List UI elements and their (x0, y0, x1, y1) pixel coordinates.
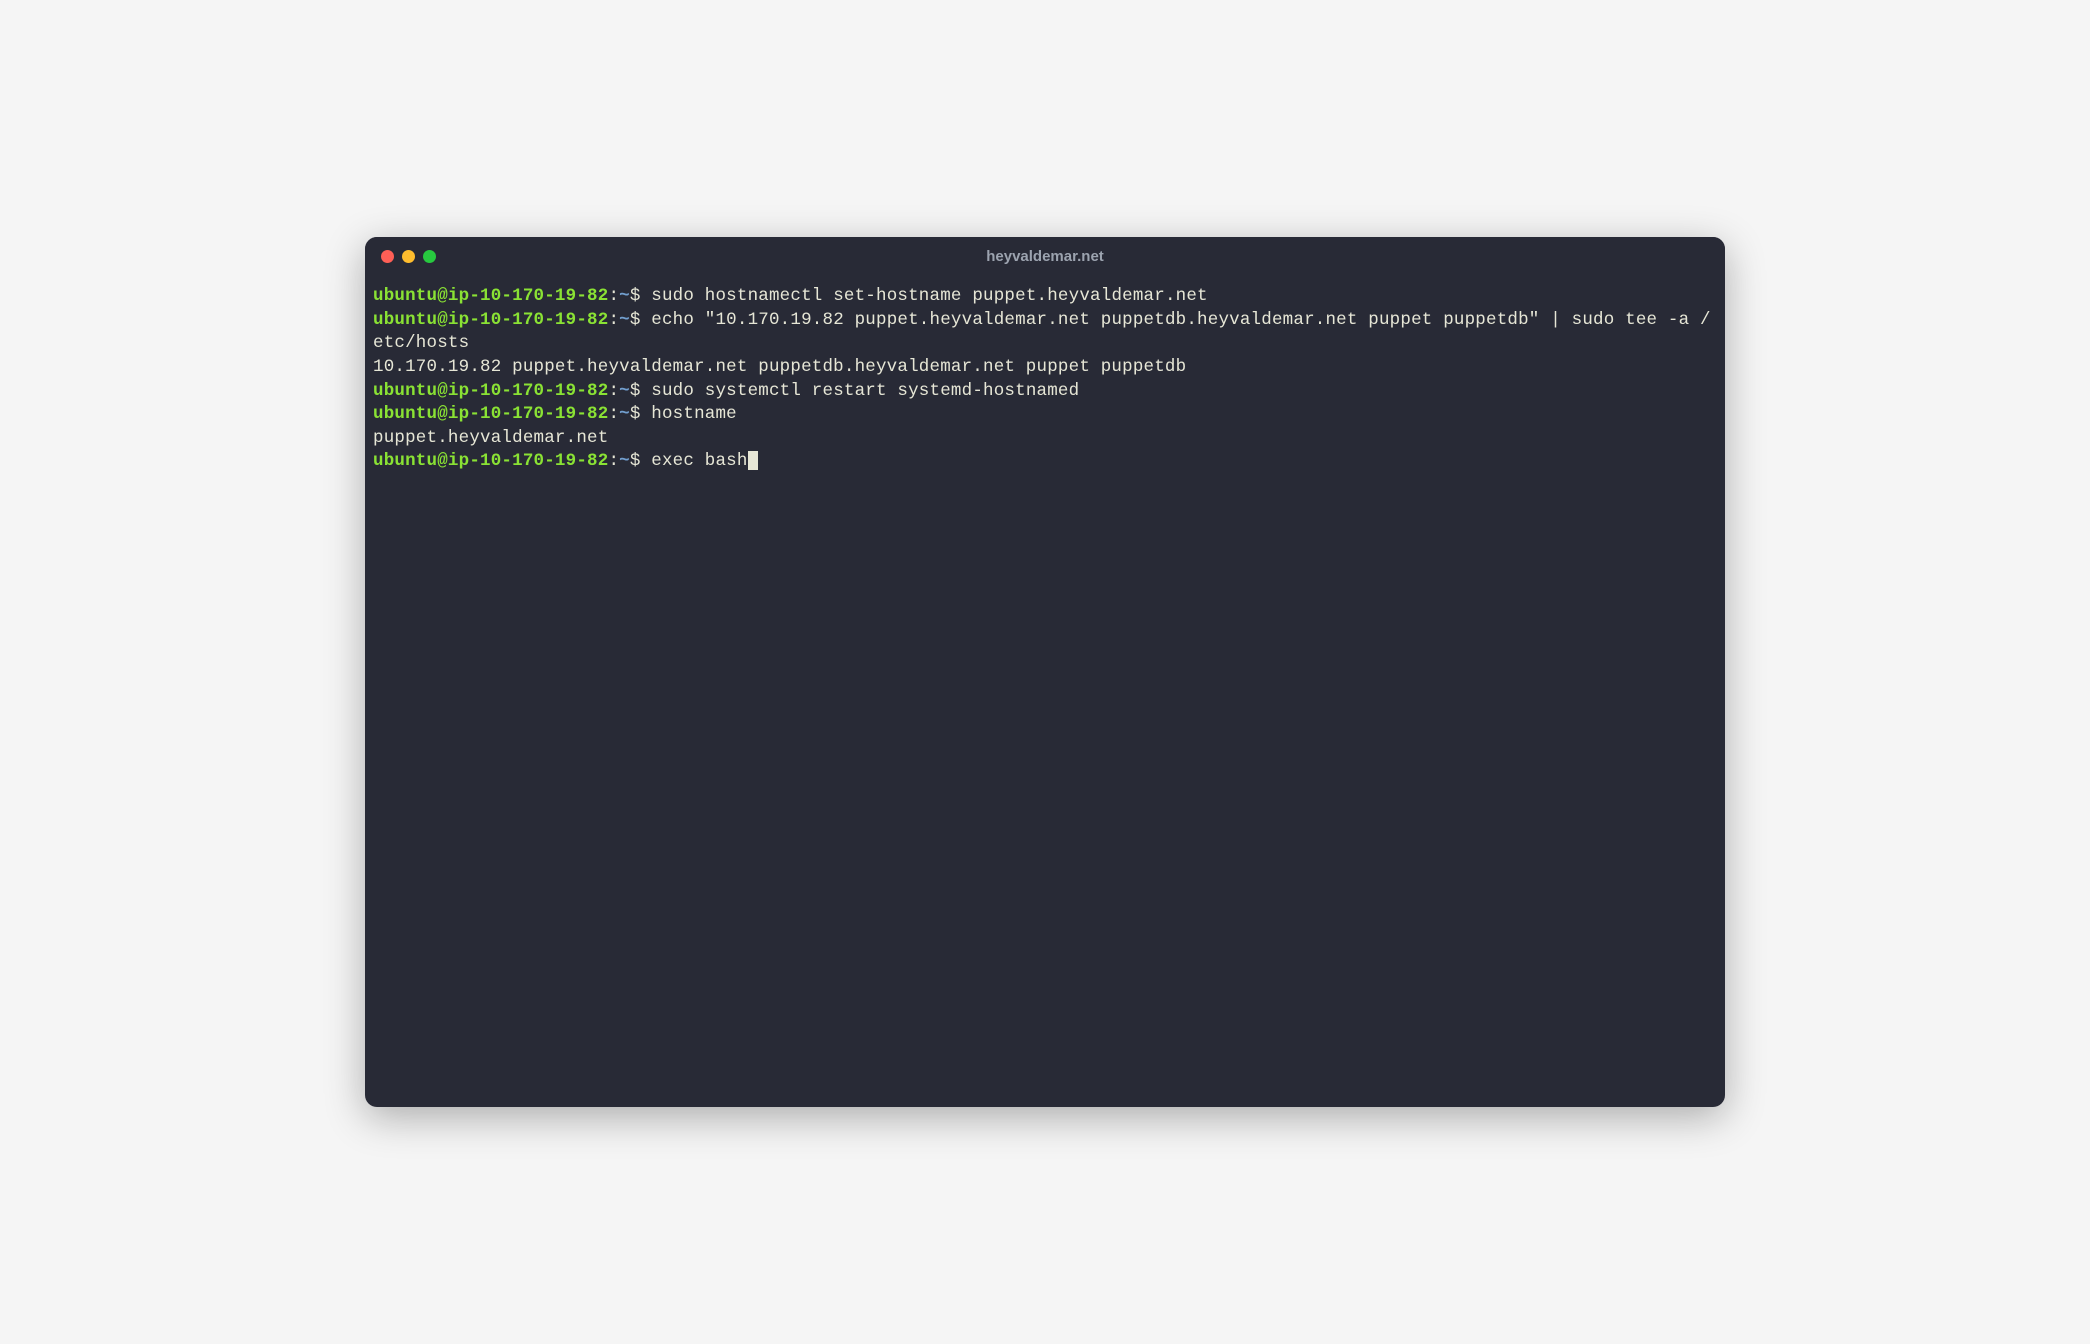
minimize-button[interactable] (402, 250, 415, 263)
prompt-user-host: ubuntu@ip-10-170-19-82 (373, 381, 608, 401)
prompt-user-host: ubuntu@ip-10-170-19-82 (373, 310, 608, 330)
prompt-symbol: $ (630, 286, 641, 306)
prompt-colon: : (608, 310, 619, 330)
prompt-path: ~ (619, 381, 630, 401)
prompt-symbol: $ (630, 310, 641, 330)
terminal-line: ubuntu@ip-10-170-19-82:~$ sudo systemctl… (373, 380, 1717, 404)
terminal-line: ubuntu@ip-10-170-19-82:~$ sudo hostnamec… (373, 285, 1717, 309)
maximize-button[interactable] (423, 250, 436, 263)
prompt-colon: : (608, 381, 619, 401)
prompt-user-host: ubuntu@ip-10-170-19-82 (373, 286, 608, 306)
traffic-lights (381, 250, 436, 263)
command-text: exec bash (641, 451, 748, 471)
prompt-symbol: $ (630, 381, 641, 401)
terminal-line: ubuntu@ip-10-170-19-82:~$ exec bash (373, 450, 1717, 474)
terminal-window: heyvaldemar.net ubuntu@ip-10-170-19-82:~… (365, 237, 1725, 1107)
cursor (748, 451, 758, 470)
terminal-line: ubuntu@ip-10-170-19-82:~$ hostname (373, 403, 1717, 427)
prompt-path: ~ (619, 310, 630, 330)
command-text: sudo hostnamectl set-hostname puppet.hey… (641, 286, 1208, 306)
prompt-path: ~ (619, 404, 630, 424)
prompt-colon: : (608, 286, 619, 306)
prompt-path: ~ (619, 451, 630, 471)
prompt-path: ~ (619, 286, 630, 306)
window-title: heyvaldemar.net (381, 248, 1709, 265)
prompt-colon: : (608, 404, 619, 424)
title-bar: heyvaldemar.net (365, 237, 1725, 275)
prompt-user-host: ubuntu@ip-10-170-19-82 (373, 404, 608, 424)
output-line: 10.170.19.82 puppet.heyvaldemar.net pupp… (373, 356, 1717, 380)
prompt-symbol: $ (630, 404, 641, 424)
prompt-colon: : (608, 451, 619, 471)
close-button[interactable] (381, 250, 394, 263)
terminal-body[interactable]: ubuntu@ip-10-170-19-82:~$ sudo hostnamec… (365, 275, 1725, 1107)
prompt-user-host: ubuntu@ip-10-170-19-82 (373, 451, 608, 471)
output-line: puppet.heyvaldemar.net (373, 427, 1717, 451)
command-text: sudo systemctl restart systemd-hostnamed (641, 381, 1080, 401)
terminal-line: ubuntu@ip-10-170-19-82:~$ echo "10.170.1… (373, 309, 1717, 356)
prompt-symbol: $ (630, 451, 641, 471)
command-text: hostname (641, 404, 737, 424)
